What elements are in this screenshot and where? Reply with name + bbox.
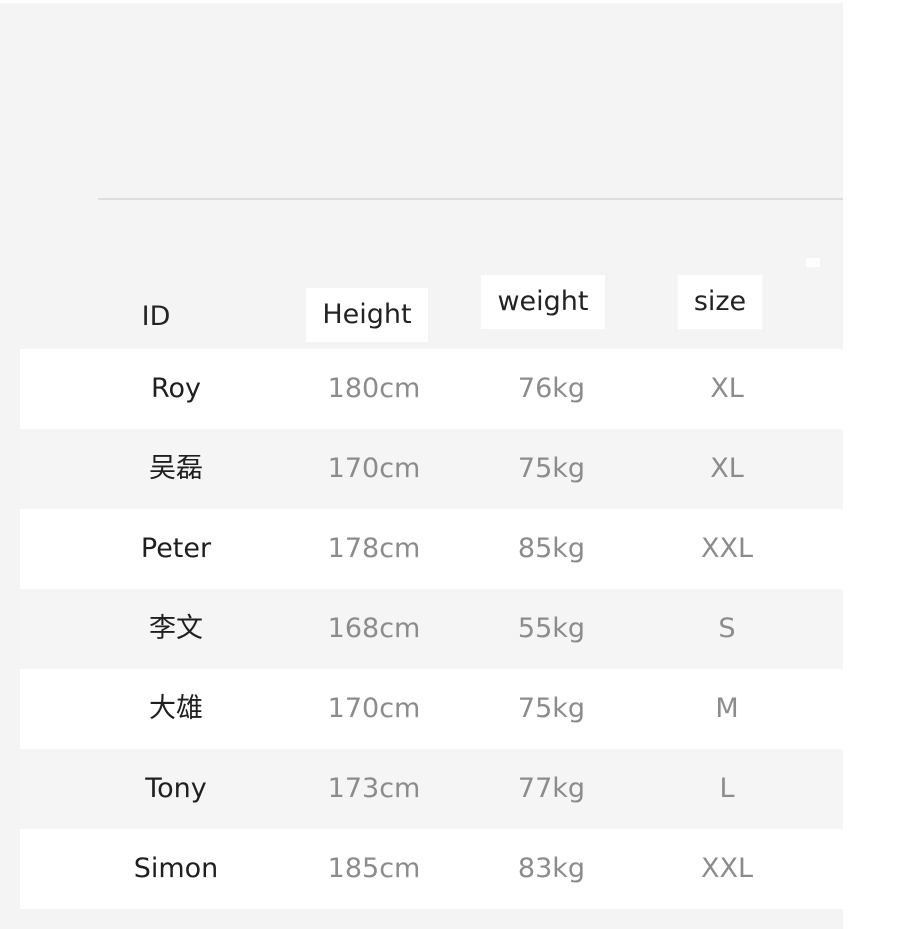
cell-height: 170cm [327,453,421,484]
cell-weight: 55kg [517,613,586,644]
column-header-weight[interactable]: weight [475,275,611,329]
column-header-size-label: size [677,275,763,329]
cell-size: XXL [700,533,754,564]
column-header-height-label: Height [306,288,428,342]
cell-size: XL [710,373,744,404]
cell-weight: 83kg [517,853,586,884]
cell-size: XXL [700,853,754,884]
size-chart-table: ID Height weight size Roy 180cm 76kg XL … [0,0,919,929]
cell-height: 178cm [327,533,421,564]
cell-id: Peter [140,533,212,564]
cell-height: 185cm [327,853,421,884]
table-row[interactable]: 吴磊 170cm 75kg XL [20,429,843,509]
table-row[interactable]: Tony 173cm 77kg L [20,749,843,829]
table-row[interactable]: Roy 180cm 76kg XL [20,349,843,429]
cell-size: XL [710,453,744,484]
table-row[interactable]: 大雄 170cm 75kg M [20,669,843,749]
cell-weight: 77kg [517,773,586,804]
cell-id: 大雄 [149,693,203,724]
cell-height: 173cm [327,773,421,804]
column-header-size[interactable]: size [660,275,780,329]
table-row[interactable]: 李文 168cm 55kg S [20,589,843,669]
header-empty-cell-fragment [806,258,820,267]
cell-id: 吴磊 [149,453,203,484]
column-header-height[interactable]: Height [301,288,433,342]
cell-size: L [719,773,735,804]
cell-weight: 76kg [517,373,586,404]
table-row[interactable]: Peter 178cm 85kg XXL [20,509,843,589]
table-row[interactable]: Simon 185cm 83kg XXL [20,829,843,909]
cell-height: 168cm [327,613,421,644]
column-header-weight-label: weight [481,275,605,329]
cell-id: 李文 [149,613,203,644]
cell-size: S [718,613,736,644]
cell-height: 170cm [327,693,421,724]
column-header-id[interactable]: ID [76,290,236,344]
cell-weight: 85kg [517,533,586,564]
cell-weight: 75kg [517,453,586,484]
cell-id: Tony [145,773,207,804]
column-header-id-label: ID [141,301,171,332]
cell-size: M [715,693,739,724]
table-header-row: ID Height weight size [0,240,843,348]
cell-id: Roy [150,373,202,404]
cell-weight: 75kg [517,693,586,724]
cell-id: Simon [133,853,219,884]
cell-height: 180cm [327,373,421,404]
